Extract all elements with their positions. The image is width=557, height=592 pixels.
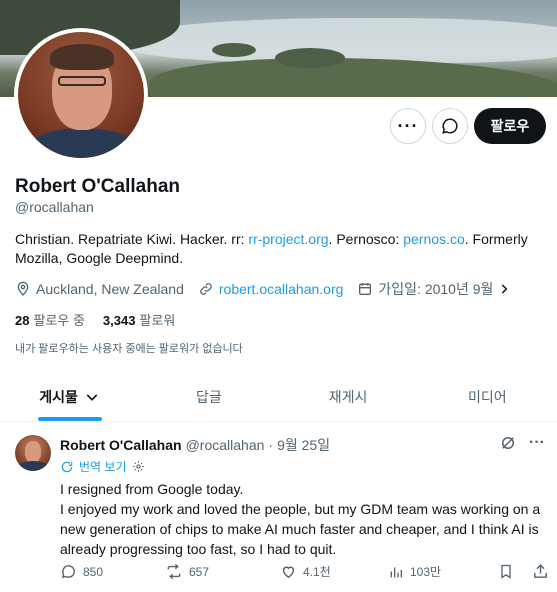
joined-date[interactable]: 가입일: 2010년 9월 <box>357 279 511 299</box>
translate-icon <box>61 461 73 472</box>
calendar-icon <box>359 283 372 295</box>
more-options-icon[interactable]: ··· <box>529 434 545 452</box>
profile-handle: @rocallahan <box>15 199 94 215</box>
post-separator: · <box>268 437 274 453</box>
following-number: 28 <box>15 313 30 328</box>
more-button[interactable]: ··· <box>390 108 426 144</box>
profile-bio: Christian. Repatriate Kiwi. Hacker. rr: … <box>15 230 550 268</box>
follow-counts: 28 팔로우 중 3,343 팔로워 <box>15 310 193 329</box>
post-top-icons: ··· <box>499 434 545 452</box>
bio-link-pernosco[interactable]: pernos.co <box>403 231 464 247</box>
grok-icon[interactable] <box>499 434 517 452</box>
post-avatar[interactable] <box>15 435 51 471</box>
views-button[interactable]: 103만 <box>388 563 498 580</box>
website[interactable]: robert.ocallahan.org <box>198 281 344 297</box>
followers-count[interactable]: 3,343 팔로워 <box>103 310 175 329</box>
post-actions: 850 657 4.1천 103만 <box>60 563 550 580</box>
following-label: 팔로우 중 <box>33 313 85 328</box>
bookmark-icon <box>501 564 511 579</box>
bio-text: . Pernosco: <box>328 231 404 247</box>
bookmark-button[interactable] <box>498 563 514 580</box>
tab-label: 답글 <box>195 388 222 405</box>
bio-text: Christian. Repatriate Kiwi. Hacker. rr: <box>15 231 249 247</box>
reply-button[interactable]: 850 <box>60 563 165 580</box>
profile-avatar[interactable] <box>14 28 148 162</box>
post[interactable]: Robert O'Callahan @rocallahan · 9월 25일 ·… <box>0 423 557 592</box>
tab-media[interactable]: 미디어 <box>418 372 557 421</box>
reply-count: 850 <box>83 564 104 579</box>
reply-icon <box>61 565 75 579</box>
tab-label: 재게시 <box>328 388 368 405</box>
followers-label: 팔로워 <box>139 313 176 328</box>
gear-icon[interactable] <box>132 460 145 473</box>
repost-icon <box>167 563 181 580</box>
translate-row[interactable]: 번역 보기 <box>60 458 145 475</box>
message-button[interactable] <box>432 108 468 144</box>
post-author-name[interactable]: Robert O'Callahan <box>60 437 182 453</box>
views-count: 103만 <box>410 565 442 579</box>
translate-label[interactable]: 번역 보기 <box>79 458 127 475</box>
chevron-right-icon <box>502 284 508 294</box>
bio-link-rr[interactable]: rr-project.org <box>248 231 328 247</box>
active-tab-indicator <box>37 417 102 421</box>
location: Auckland, New Zealand <box>15 281 184 297</box>
repost-button[interactable]: 657 <box>165 563 280 580</box>
profile-tabs: 게시물 답글 재게시 미디어 <box>0 372 557 422</box>
post-author-handle[interactable]: @rocallahan <box>186 437 265 453</box>
tab-reposts[interactable]: 재게시 <box>279 372 418 421</box>
share-icon <box>534 564 547 578</box>
chevron-down-icon <box>86 393 98 401</box>
tab-replies[interactable]: 답글 <box>139 372 278 421</box>
following-count[interactable]: 28 팔로우 중 <box>15 310 85 329</box>
like-button[interactable]: 4.1천 <box>280 563 388 580</box>
followers-number: 3,343 <box>102 313 136 328</box>
post-text-line: I enjoyed my work and loved the people, … <box>60 501 541 557</box>
post-text-line: I resigned from Google today. <box>60 481 244 497</box>
website-link[interactable]: robert.ocallahan.org <box>219 281 344 297</box>
like-count: 4.1천 <box>303 565 331 579</box>
share-button[interactable] <box>532 563 549 580</box>
post-text: I resigned from Google today. I enjoyed … <box>60 479 550 559</box>
post-date[interactable]: 9월 25일 <box>277 435 330 455</box>
followed-by-note[interactable]: 내가 팔로우하는 사용자 중에는 팔로워가 없습니다 <box>15 340 243 356</box>
location-pin-icon <box>17 281 29 296</box>
tab-posts[interactable]: 게시물 <box>0 372 139 421</box>
follow-button[interactable]: 팔로우 <box>474 108 546 144</box>
repost-count: 657 <box>189 564 210 579</box>
views-chart-icon <box>390 566 402 577</box>
post-header: Robert O'Callahan @rocallahan · 9월 25일 <box>60 435 330 455</box>
tab-label: 게시물 <box>39 388 78 405</box>
message-icon <box>442 118 458 134</box>
more-icon: ··· <box>397 115 419 136</box>
tab-label: 미디어 <box>468 388 507 405</box>
joined-text: 가입일: 2010년 9월 <box>378 281 494 297</box>
heart-icon <box>282 566 295 579</box>
location-text: Auckland, New Zealand <box>36 281 184 297</box>
profile-name: Robert O'Callahan <box>15 176 180 197</box>
profile-meta: Auckland, New Zealand robert.ocallahan.o… <box>15 279 525 299</box>
link-icon <box>199 283 212 295</box>
